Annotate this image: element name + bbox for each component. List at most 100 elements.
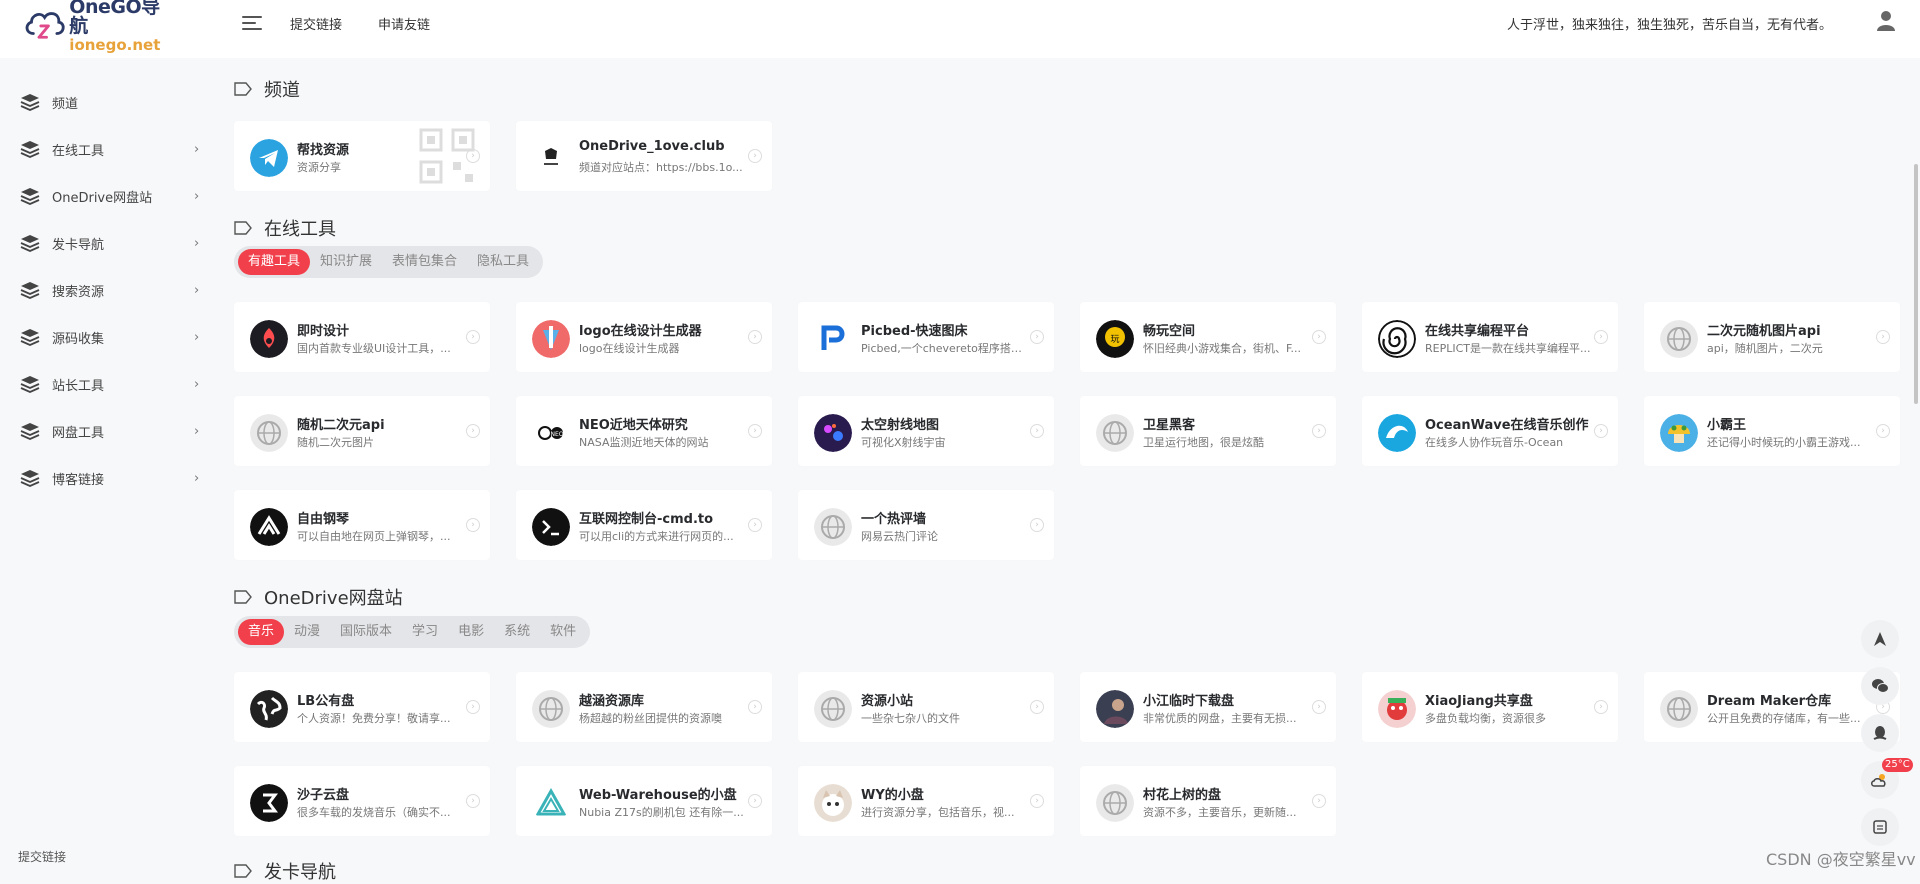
tab-onedrive[interactable]: 电影 <box>448 619 494 645</box>
arrow-right-icon[interactable]: › <box>748 424 762 438</box>
onedrive-tab-bar: 音乐 动漫 国际版本 学习 电影 系统 软件 <box>234 616 591 648</box>
site-card[interactable]: 小霸王 还记得小时候玩的小霸王游戏... › <box>1644 396 1900 466</box>
site-card[interactable]: 玩 畅玩空间 怀旧经典小游戏集合，街机、F... › <box>1080 302 1336 372</box>
logo-title: OneGO导航 <box>69 0 160 37</box>
sidebar-item[interactable]: 博客链接 › <box>0 458 212 498</box>
game-space-icon: 玩 <box>1096 320 1134 358</box>
arrow-right-icon[interactable]: › <box>1876 330 1890 344</box>
submit-link-nav[interactable]: 提交链接 <box>290 14 342 33</box>
site-card[interactable]: 太空射线地图 可视化X射线宇宙 › <box>798 396 1054 466</box>
arrow-right-icon[interactable]: › <box>748 518 762 532</box>
site-card[interactable]: 卫星黑客 卫星运行地图，很是炫酷 › <box>1080 396 1336 466</box>
arrow-right-icon[interactable]: › <box>1030 518 1044 532</box>
calculator-button[interactable] <box>1861 808 1899 846</box>
arrow-right-icon[interactable]: › <box>1030 424 1044 438</box>
arrow-right-icon[interactable]: › <box>466 330 480 344</box>
site-card[interactable]: 二次元随机图片api api，随机图片，二次元 › <box>1644 302 1900 372</box>
arrow-right-icon[interactable]: › <box>466 424 480 438</box>
site-card[interactable]: LB公有盘 个人资源！免费分享！敬请享... › <box>234 672 490 742</box>
arrow-right-icon[interactable]: › <box>1312 700 1326 714</box>
site-card[interactable]: 沙子云盘 很多车载的发烧音乐（确实不... › <box>234 766 490 836</box>
sidebar-item[interactable]: 站长工具 › <box>0 364 212 404</box>
arrow-right-icon[interactable]: › <box>1030 330 1044 344</box>
arrow-right-icon[interactable]: › <box>1030 794 1044 808</box>
sidebar-item-label: 博客链接 <box>52 472 105 488</box>
card-title: 即时设计 <box>297 324 350 339</box>
site-card[interactable]: Web-Warehouse的小盘 Nubia Z17s的刷机包 还有除一... › <box>516 766 772 836</box>
sidebar-item[interactable]: 网盘工具 › <box>0 411 212 451</box>
arrow-right-icon[interactable]: › <box>466 794 480 808</box>
scrollbar-thumb[interactable] <box>1914 164 1918 404</box>
site-card[interactable]: XiaoJiang共享盘 多盘负载均衡，资源很多 › <box>1362 672 1618 742</box>
globe-icon <box>1096 414 1134 452</box>
menu-toggle-icon[interactable] <box>242 14 264 32</box>
arrow-right-icon[interactable]: › <box>1594 700 1608 714</box>
arrow-right-icon[interactable]: › <box>748 149 762 163</box>
tab-tools[interactable]: 知识扩展 <box>310 249 382 275</box>
site-card[interactable]: 随机二次元api 随机二次元图片 › <box>234 396 490 466</box>
xray-map-icon <box>814 414 852 452</box>
sidebar-item[interactable]: 发卡导航 › <box>0 223 212 263</box>
site-logo[interactable]: OneGO导航 ionego.net <box>22 0 172 52</box>
site-card[interactable]: NEO NEO近地天体研究 NASA监测近地天体的网站 › <box>516 396 772 466</box>
mushroom-icon <box>1660 414 1698 452</box>
tab-onedrive[interactable]: 软件 <box>540 619 586 645</box>
sidebar-submit-link[interactable]: 提交链接 <box>18 848 66 865</box>
card-description: 怀旧经典小游戏集合，街机、F... <box>1143 342 1302 355</box>
arrow-right-icon[interactable]: › <box>1594 424 1608 438</box>
user-icon[interactable] <box>1876 10 1896 32</box>
card-description: 可视化X射线宇宙 <box>861 436 946 449</box>
tab-onedrive[interactable]: 音乐 <box>238 619 285 645</box>
site-card[interactable]: 村花上树的盘 资源不多，主要音乐，更新随... › <box>1080 766 1336 836</box>
wechat-button[interactable] <box>1861 667 1899 705</box>
arrow-right-icon[interactable]: › <box>1876 424 1890 438</box>
site-card[interactable]: OneDrive_1ove.club 频道对应站点：https://bbs.1o.… <box>516 121 772 191</box>
back-to-top-button[interactable] <box>1861 620 1899 658</box>
sidebar-item[interactable]: 源码收集 › <box>0 317 212 357</box>
card-title: logo在线设计生成器 <box>579 324 702 339</box>
site-card[interactable]: 帮找资源 资源分享 › <box>234 121 490 191</box>
arrow-right-icon[interactable]: › <box>466 700 480 714</box>
apply-friend-link-nav[interactable]: 申请友链 <box>378 14 430 33</box>
tab-onedrive[interactable]: 系统 <box>494 619 540 645</box>
arrow-right-icon[interactable]: › <box>748 794 762 808</box>
tab-onedrive[interactable]: 国际版本 <box>330 619 402 645</box>
site-card[interactable]: OceanWave在线音乐创作 在线多人协作玩音乐-Ocean › <box>1362 396 1618 466</box>
arrow-right-icon[interactable]: › <box>1312 424 1326 438</box>
tab-tools[interactable]: 表情包集合 <box>382 249 467 275</box>
site-card[interactable]: logo在线设计生成器 logo在线设计生成器 › <box>516 302 772 372</box>
arrow-right-icon[interactable]: › <box>748 330 762 344</box>
piano-icon <box>250 508 288 546</box>
qq-button[interactable] <box>1861 714 1899 752</box>
arrow-right-icon[interactable]: › <box>1312 330 1326 344</box>
arrow-right-icon[interactable]: › <box>748 700 762 714</box>
site-card[interactable]: Picbed-快速图床 Picbed,一个chevereto程序搭建... › <box>798 302 1054 372</box>
site-card[interactable]: 互联网控制台-cmd.to 可以用cli的方式来进行网页的... › <box>516 490 772 560</box>
sidebar-item[interactable]: 频道 <box>0 82 212 122</box>
card-description: api，随机图片，二次元 <box>1707 342 1823 355</box>
site-card[interactable]: 小江临时下载盘 非常优质的网盘，主要有无损... › <box>1080 672 1336 742</box>
site-card[interactable]: 在线共享编程平台 REPLICT是一款在线共享编程平... › <box>1362 302 1618 372</box>
tab-tools[interactable]: 有趣工具 <box>238 249 311 275</box>
tab-tools[interactable]: 隐私工具 <box>467 249 539 275</box>
site-card[interactable]: 自由钢琴 可以自由地在网页上弹钢琴，... › <box>234 490 490 560</box>
tab-onedrive[interactable]: 动漫 <box>284 619 330 645</box>
arrow-right-icon[interactable]: › <box>1030 700 1044 714</box>
sidebar-item[interactable]: OneDrive网盘站 › <box>0 176 212 216</box>
arrow-right-icon[interactable]: › <box>1594 330 1608 344</box>
sidebar-item[interactable]: 搜索资源 › <box>0 270 212 310</box>
sidebar-item[interactable]: 在线工具 › <box>0 129 212 169</box>
site-card[interactable]: 即时设计 国内首款专业级UI设计工具，... › <box>234 302 490 372</box>
logo-maker-icon <box>532 320 570 358</box>
page-scrollbar[interactable] <box>1912 58 1920 875</box>
arrow-right-icon[interactable]: › <box>1312 794 1326 808</box>
arrow-right-icon[interactable]: › <box>466 518 480 532</box>
card-title: 小霸王 <box>1707 418 1747 433</box>
qr-code-icon[interactable] <box>418 127 476 185</box>
sidebar-item-label: 频道 <box>52 96 79 112</box>
site-card[interactable]: 资源小站 一些杂七杂八的文件 › <box>798 672 1054 742</box>
site-card[interactable]: 一个热评墙 网易云热门评论 › <box>798 490 1054 560</box>
tab-onedrive[interactable]: 学习 <box>402 619 448 645</box>
site-card[interactable]: 越涵资源库 杨超越的粉丝团提供的资源噢 › <box>516 672 772 742</box>
site-card[interactable]: WY的小盘 进行资源分享，包括音乐，视... › <box>798 766 1054 836</box>
